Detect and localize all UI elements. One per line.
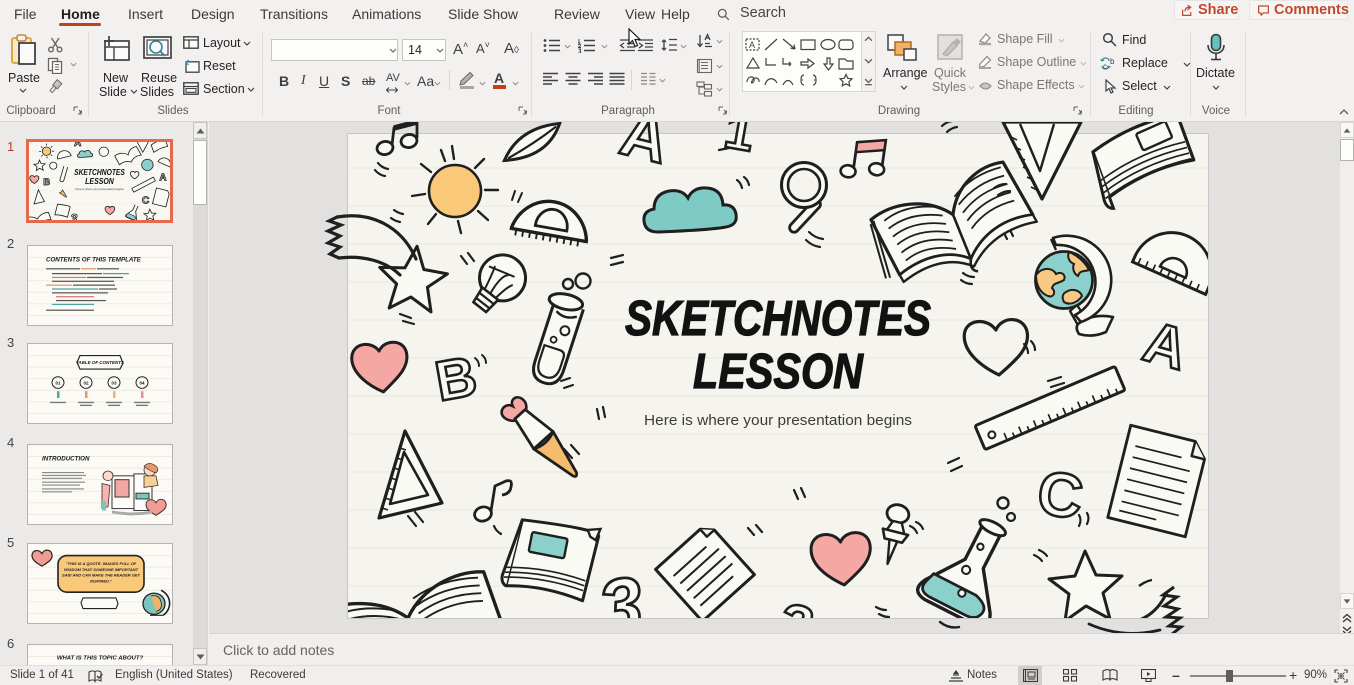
svg-text:B: B (430, 344, 481, 413)
svg-text:CONTENTS OF THIS TEMPLATE: CONTENTS OF THIS TEMPLATE (46, 257, 142, 264)
svg-text:SKETCHNOTES: SKETCHNOTES (74, 167, 125, 177)
svg-text:LESSON: LESSON (85, 176, 114, 186)
svg-text:A: A (74, 142, 81, 149)
svg-text:b: b (1110, 57, 1115, 66)
svg-text:LESSON: LESSON (693, 345, 864, 399)
svg-text:02: 02 (84, 381, 90, 386)
svg-text:INSPIRED.": INSPIRED." (90, 579, 112, 584)
svg-text:2: 2 (768, 589, 818, 618)
svg-text:04: 04 (140, 381, 146, 386)
svg-text:C: C (142, 196, 149, 207)
svg-text:SKETCHNOTES: SKETCHNOTES (625, 292, 931, 346)
svg-text:INTRODUCTION: INTRODUCTION (42, 456, 90, 463)
svg-text:A: A (159, 172, 166, 183)
svg-text:3: 3 (593, 559, 648, 618)
svg-text:WISDOM THAT SOMEONE IMPORTANT: WISDOM THAT SOMEONE IMPORTANT (64, 567, 139, 572)
svg-text:WHAT IS THIS TOPIC ABOUT?: WHAT IS THIS TOPIC ABOUT? (57, 656, 144, 662)
svg-text:SAID AND CAN MAKE THE READER G: SAID AND CAN MAKE THE READER GET (62, 573, 140, 578)
svg-text:Here is where your presentatio: Here is where your presentation begins (75, 187, 124, 191)
svg-text:03: 03 (112, 381, 118, 386)
svg-text:3: 3 (70, 212, 77, 220)
svg-text:TABLE OF CONTENTS: TABLE OF CONTENTS (76, 360, 124, 365)
svg-text:B: B (43, 176, 50, 187)
svg-text:01: 01 (56, 381, 62, 386)
svg-text:Here is where your presentatio: Here is where your presentation begins (644, 412, 912, 429)
svg-text:A: A (749, 40, 755, 50)
svg-text:C: C (1033, 458, 1087, 533)
svg-text:c: c (1103, 62, 1107, 71)
svg-text:"THIS IS A QUOTE. IMAGES FULL: "THIS IS A QUOTE. IMAGES FULL OF (66, 561, 137, 566)
